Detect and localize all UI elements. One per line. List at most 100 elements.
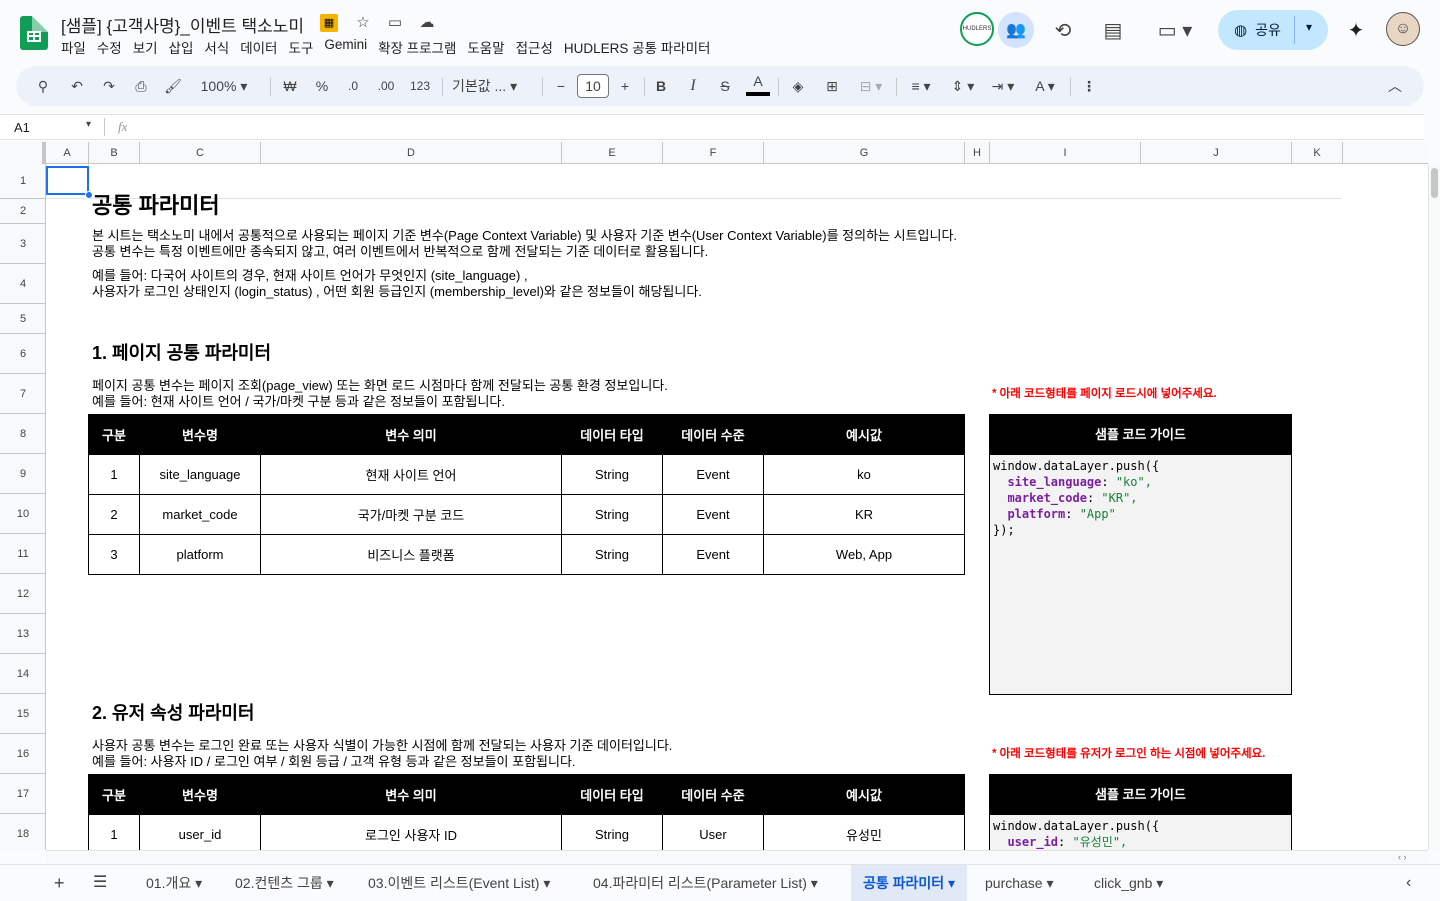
row-header-7[interactable]: 7 bbox=[0, 374, 46, 414]
header-cell[interactable]: 구분 bbox=[88, 774, 140, 815]
font-size-decrease[interactable]: − bbox=[552, 66, 570, 106]
header-cell[interactable]: 예시값 bbox=[763, 774, 965, 815]
namebox-dropdown-icon[interactable]: ▾ bbox=[86, 119, 91, 130]
header-cell[interactable]: 변수명 bbox=[139, 414, 261, 455]
row-header-8[interactable]: 8 bbox=[0, 414, 46, 454]
hidden-content-icon[interactable]: ▦ bbox=[320, 14, 338, 32]
header-cell[interactable]: 변수명 bbox=[139, 774, 261, 815]
gemini-icon[interactable]: ✦ bbox=[1338, 12, 1374, 48]
row-header-13[interactable]: 13 bbox=[0, 614, 46, 654]
header-cell[interactable]: 변수 의미 bbox=[260, 414, 562, 455]
star-icon[interactable]: ☆ bbox=[354, 14, 372, 32]
header-cell[interactable]: 구분 bbox=[88, 414, 140, 455]
column-header-e[interactable]: E bbox=[562, 142, 663, 164]
menu-tools[interactable]: 도구 bbox=[288, 37, 313, 57]
row-header-1[interactable]: 1 bbox=[0, 164, 46, 199]
more-formats-button[interactable]: 123 bbox=[408, 66, 432, 106]
borders-icon[interactable]: ⊞ bbox=[822, 66, 842, 106]
row-header-15[interactable]: 15 bbox=[0, 694, 46, 734]
sheet-tab[interactable]: 04.파라미터 리스트(Parameter List) ▾ bbox=[581, 865, 830, 901]
table-cell[interactable]: ko bbox=[763, 454, 965, 495]
table-cell[interactable]: String bbox=[561, 814, 663, 850]
scroll-left-icon[interactable]: ‹ › bbox=[1398, 852, 1407, 862]
bold-icon[interactable]: B bbox=[652, 66, 670, 106]
table-cell[interactable]: 3 bbox=[88, 534, 140, 575]
collaborator-icon[interactable]: 👥 bbox=[998, 12, 1034, 48]
table-cell[interactable]: Web, App bbox=[763, 534, 965, 575]
document-title[interactable]: [샘플] {고객사명}_이벤트 택소노미 bbox=[61, 12, 304, 37]
header-cell[interactable]: 데이터 타입 bbox=[561, 774, 663, 815]
sheet-tab[interactable]: click_gnb ▾ bbox=[1082, 865, 1175, 901]
column-header-d[interactable]: D bbox=[261, 142, 562, 164]
menu-insert[interactable]: 삽입 bbox=[169, 37, 194, 57]
column-header-h[interactable]: H bbox=[965, 142, 990, 164]
avatar[interactable]: ☺ bbox=[1386, 12, 1420, 46]
vertical-align-icon[interactable]: ⇕ ▾ bbox=[946, 66, 980, 106]
header-cell[interactable]: 변수 의미 bbox=[260, 774, 562, 815]
table-cell[interactable]: 현재 사이트 언어 bbox=[260, 454, 562, 495]
header-cell[interactable]: 예시값 bbox=[763, 414, 965, 455]
row-header-17[interactable]: 17 bbox=[0, 774, 46, 814]
sheets-logo[interactable] bbox=[20, 16, 48, 50]
text-color-icon[interactable]: A bbox=[746, 66, 770, 96]
font-select[interactable]: 기본값 ... ▾ bbox=[452, 66, 532, 106]
column-header-g[interactable]: G bbox=[764, 142, 965, 164]
menu-help[interactable]: 도움말 bbox=[467, 37, 504, 57]
row-header-12[interactable]: 12 bbox=[0, 574, 46, 614]
table-cell[interactable]: KR bbox=[763, 494, 965, 535]
paint-format-icon[interactable]: 🖌 bbox=[162, 66, 184, 106]
table-cell[interactable]: 비즈니스 플랫폼 bbox=[260, 534, 562, 575]
vertical-scrollbar[interactable] bbox=[1428, 164, 1440, 850]
table-cell[interactable]: 국가/마켓 구분 코드 bbox=[260, 494, 562, 535]
column-header-j[interactable]: J bbox=[1141, 142, 1292, 164]
row-header-6[interactable]: 6 bbox=[0, 334, 46, 374]
formula-input[interactable] bbox=[140, 117, 1420, 137]
row-header-9[interactable]: 9 bbox=[0, 454, 46, 494]
font-size-increase[interactable]: + bbox=[616, 66, 634, 106]
print-icon[interactable]: ⎙ bbox=[130, 66, 152, 106]
all-sheets-icon[interactable]: ☰ bbox=[93, 865, 107, 901]
scrollbar-thumb[interactable] bbox=[1431, 168, 1438, 198]
undo-icon[interactable]: ↶ bbox=[66, 66, 88, 106]
sheet-tab[interactable]: purchase ▾ bbox=[973, 865, 1066, 901]
menu-hudlers[interactable]: HUDLERS 공통 파라미터 bbox=[564, 37, 711, 57]
header-cell[interactable]: 데이터 수준 bbox=[662, 774, 764, 815]
decrease-decimal-button[interactable]: .0 bbox=[342, 66, 364, 106]
column-header-f[interactable]: F bbox=[663, 142, 764, 164]
header-cell[interactable]: 데이터 타입 bbox=[561, 414, 663, 455]
add-sheet-icon[interactable]: + bbox=[54, 865, 65, 901]
row-header-4[interactable]: 4 bbox=[0, 264, 46, 304]
text-rotation-icon[interactable]: A ▾ bbox=[1028, 66, 1062, 106]
zoom-select[interactable]: 100% ▾ bbox=[194, 66, 254, 106]
sheet-tab[interactable]: 01.개요 ▾ bbox=[134, 865, 214, 901]
table-cell[interactable]: Event bbox=[662, 454, 764, 495]
table-cell[interactable]: 2 bbox=[88, 494, 140, 535]
column-header-i[interactable]: I bbox=[990, 142, 1141, 164]
row-header-2[interactable]: 2 bbox=[0, 199, 46, 224]
italic-icon[interactable]: I bbox=[684, 66, 702, 106]
menu-format[interactable]: 서식 bbox=[204, 37, 229, 57]
text-wrap-icon[interactable]: ⇥ ▾ bbox=[986, 66, 1020, 106]
table-cell[interactable]: String bbox=[561, 494, 663, 535]
column-header-c[interactable]: C bbox=[140, 142, 261, 164]
column-header-k[interactable]: K bbox=[1292, 142, 1343, 164]
meet-icon[interactable]: ▭ ▾ bbox=[1150, 12, 1200, 48]
row-header-5[interactable]: 5 bbox=[0, 304, 46, 334]
history-icon[interactable]: ⟲ bbox=[1045, 12, 1081, 48]
table-cell[interactable]: String bbox=[561, 454, 663, 495]
table-cell[interactable]: site_language bbox=[139, 454, 261, 495]
row-header-14[interactable]: 14 bbox=[0, 654, 46, 694]
table-cell[interactable]: user_id bbox=[139, 814, 261, 850]
row-header-3[interactable]: 3 bbox=[0, 224, 46, 264]
select-all-corner[interactable] bbox=[0, 142, 46, 164]
table-cell[interactable]: 1 bbox=[88, 454, 140, 495]
menu-accessibility[interactable]: 접근성 bbox=[516, 37, 553, 57]
move-folder-icon[interactable]: ▭ bbox=[386, 14, 404, 32]
search-icon[interactable]: ⚲ bbox=[32, 66, 54, 106]
menu-file[interactable]: 파일 bbox=[61, 37, 86, 57]
table-cell[interactable]: platform bbox=[139, 534, 261, 575]
row-header-10[interactable]: 10 bbox=[0, 494, 46, 534]
strikethrough-icon[interactable]: S bbox=[716, 66, 734, 106]
row-header-16[interactable]: 16 bbox=[0, 734, 46, 774]
table-cell[interactable]: 유성민 bbox=[763, 814, 965, 850]
